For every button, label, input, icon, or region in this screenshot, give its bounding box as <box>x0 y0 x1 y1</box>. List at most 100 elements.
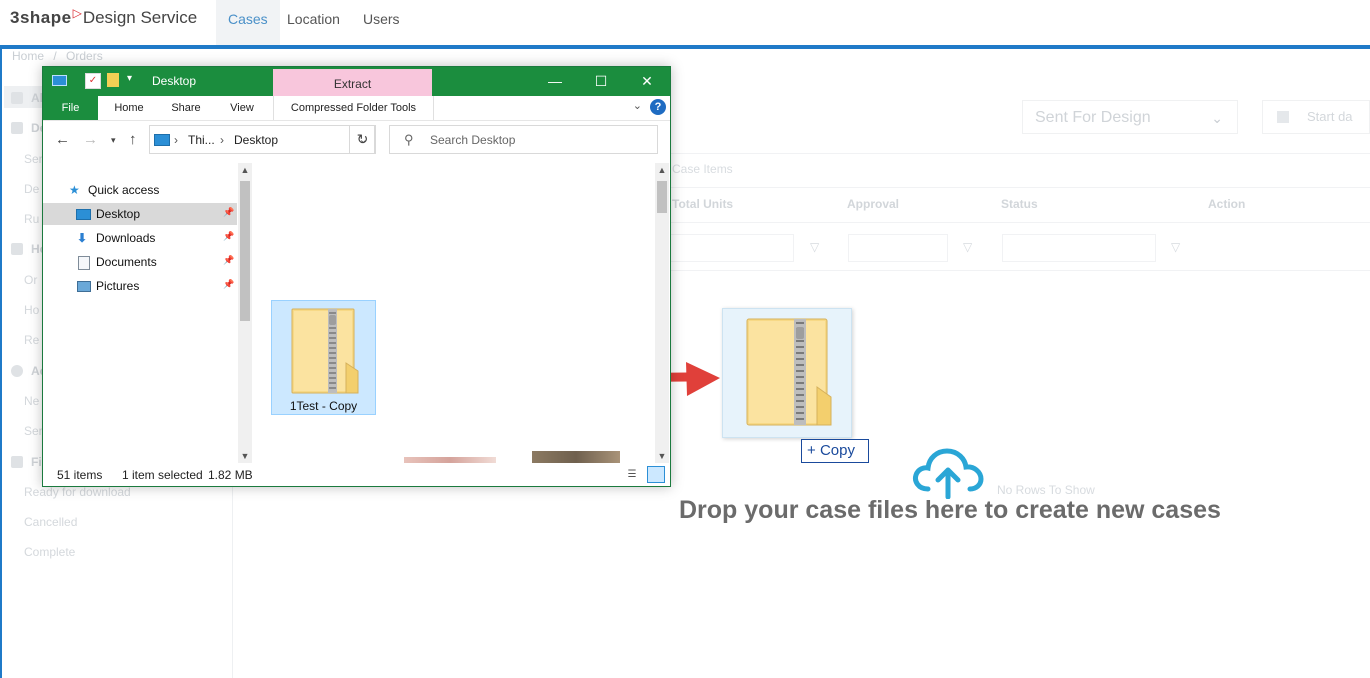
minimize-button[interactable]: — <box>532 67 578 96</box>
download-icon: ⬇ <box>77 231 88 245</box>
scroll-down-icon[interactable]: ▼ <box>238 451 252 461</box>
cloud-upload-icon <box>913 448 984 499</box>
documents-icon <box>78 256 90 270</box>
column-header-total-units[interactable]: Total Units <box>672 197 733 211</box>
ribbon-tab-home[interactable]: Home <box>103 96 155 120</box>
content-scrollbar[interactable]: ▲ ▼ <box>655 163 669 463</box>
nav-tab-location[interactable]: Location <box>275 0 352 45</box>
pin-icon[interactable]: 📌 <box>223 231 234 242</box>
back-arrow-icon[interactable]: ← <box>55 131 70 148</box>
sidebar-item[interactable]: Ser <box>24 424 43 438</box>
ribbon-tab-share[interactable]: Share <box>161 96 211 120</box>
explorer-title-bar[interactable]: ✓ ▾ Desktop Extract — ☐ ✕ <box>43 67 670 97</box>
sidebar-item[interactable]: Cancelled <box>24 515 77 529</box>
sidebar-item[interactable]: Ser <box>24 152 43 166</box>
explorer-ribbon: File Home Share View Compressed Folder T… <box>43 96 670 121</box>
file-item-label: 1Test - Copy <box>289 399 358 413</box>
start-date-input[interactable]: Start da <box>1262 100 1370 134</box>
ribbon-expand-chevron-icon[interactable]: ⌄ <box>633 99 642 112</box>
copy-tooltip: + Copy <box>801 439 869 463</box>
column-header-status[interactable]: Status <box>1001 197 1038 211</box>
scrollbar-thumb[interactable] <box>240 181 250 321</box>
nav-pane-scrollbar[interactable]: ▲ ▼ <box>238 163 252 463</box>
column-header-approval[interactable]: Approval <box>847 197 899 211</box>
properties-icon[interactable]: ✓ <box>85 73 101 89</box>
nav-item-documents[interactable]: Documents 📌 <box>43 251 237 273</box>
nav-item-downloads[interactable]: ⬇ Downloads 📌 <box>43 227 237 249</box>
file-item-zip[interactable]: 1Test - Copy <box>271 300 376 415</box>
list-icon <box>11 92 23 104</box>
sidebar-item[interactable]: Re <box>24 333 39 347</box>
status-filter-input[interactable] <box>1002 234 1156 262</box>
details-view-icon[interactable]: ☰ <box>623 466 641 483</box>
start-date-placeholder: Start da <box>1307 109 1353 124</box>
computer-icon <box>52 75 67 86</box>
no-rows-message: No Rows To Show <box>997 483 1095 497</box>
address-segment-this-pc[interactable]: Thi... <box>188 133 215 147</box>
address-segment-desktop[interactable]: Desktop <box>234 133 278 147</box>
pin-icon[interactable]: 📌 <box>223 279 234 290</box>
forward-arrow-icon[interactable]: → <box>83 131 98 148</box>
file-list-pane[interactable]: 1Test - Copy <box>257 163 657 463</box>
recent-locations-chevron-icon[interactable]: ▾ <box>111 135 116 146</box>
ribbon-tab-view[interactable]: View <box>217 96 267 120</box>
maximize-button[interactable]: ☐ <box>578 67 624 96</box>
sidebar-item[interactable]: Ready for download <box>24 485 131 499</box>
filter-funnel-icon[interactable]: ▽ <box>963 240 972 254</box>
copy-tooltip-label: Copy <box>819 442 855 459</box>
up-arrow-icon[interactable]: ↑ <box>129 131 137 148</box>
pin-icon[interactable]: 📌 <box>223 207 234 218</box>
ribbon-tab-compressed-folder-tools[interactable]: Compressed Folder Tools <box>273 96 434 120</box>
close-button[interactable]: ✕ <box>624 67 670 96</box>
nav-item-pictures[interactable]: Pictures 📌 <box>43 275 237 297</box>
new-folder-icon[interactable] <box>107 73 119 87</box>
filter-funnel-icon[interactable]: ▽ <box>1171 240 1180 254</box>
customize-quick-access-icon[interactable]: ▾ <box>127 73 141 87</box>
total-units-filter-input[interactable] <box>670 234 794 262</box>
scroll-up-icon[interactable]: ▲ <box>238 165 252 175</box>
help-icon[interactable]: ? <box>650 99 666 115</box>
image-thumbnail[interactable] <box>532 451 620 463</box>
scroll-up-icon[interactable]: ▲ <box>655 165 669 175</box>
zip-folder-icon <box>746 318 832 426</box>
refresh-button[interactable]: ↻ <box>349 125 376 154</box>
image-thumbnail[interactable] <box>404 457 496 463</box>
nav-tab-cases[interactable]: Cases <box>216 0 280 45</box>
large-icons-view-icon[interactable] <box>647 466 665 483</box>
column-header-action[interactable]: Action <box>1208 197 1245 211</box>
approval-filter-input[interactable] <box>848 234 948 262</box>
sidebar-item[interactable]: Complete <box>24 545 75 559</box>
this-pc-icon <box>154 134 170 146</box>
filter-funnel-icon[interactable]: ▽ <box>810 240 819 254</box>
explorer-window[interactable]: ✓ ▾ Desktop Extract — ☐ ✕ File Home Shar… <box>42 66 671 487</box>
sidebar-item[interactable]: Ru <box>24 212 39 226</box>
nav-tab-users[interactable]: Users <box>351 0 412 45</box>
breadcrumb-home[interactable]: Home <box>12 49 44 63</box>
drop-zone-message: Drop your case files here to create new … <box>679 496 1221 524</box>
ribbon-tab-file[interactable]: File <box>43 96 98 120</box>
address-row: ← → ▾ ↑ › Thi... › Desktop ⌄ ↻ ⚲ Search … <box>43 122 670 158</box>
search-input[interactable]: ⚲ Search Desktop <box>389 125 658 154</box>
status-filter-select[interactable]: Sent For Design ⌄ <box>1022 100 1238 134</box>
app-logo[interactable]: 3shape▷Design Service <box>10 6 198 28</box>
selection-count: 1 item selected <box>122 468 203 482</box>
search-placeholder: Search Desktop <box>430 133 516 147</box>
sidebar-group-files[interactable]: Fi <box>11 455 42 469</box>
breadcrumb: Home / Orders <box>12 49 103 63</box>
check-circle-icon <box>11 365 23 377</box>
sidebar-item[interactable]: De <box>24 182 39 196</box>
sidebar-item[interactable]: Ne <box>24 394 39 408</box>
logo-service: Design Service <box>82 8 198 27</box>
zip-folder-icon <box>291 308 359 394</box>
extract-context-tab[interactable]: Extract <box>273 69 432 97</box>
scroll-down-icon[interactable]: ▼ <box>655 451 669 461</box>
status-filter-value: Sent For Design <box>1035 109 1151 126</box>
sidebar-item[interactable]: Ho <box>24 303 39 317</box>
scrollbar-thumb[interactable] <box>657 181 667 213</box>
address-bar[interactable]: › Thi... › Desktop ⌄ <box>149 125 375 154</box>
breadcrumb-chevron-icon: › <box>220 133 224 147</box>
sidebar-item[interactable]: Or <box>24 273 37 287</box>
nav-item-desktop[interactable]: Desktop 📌 <box>43 203 237 225</box>
pin-icon[interactable]: 📌 <box>223 255 234 266</box>
nav-item-quick-access[interactable]: ★ Quick access <box>43 179 237 201</box>
